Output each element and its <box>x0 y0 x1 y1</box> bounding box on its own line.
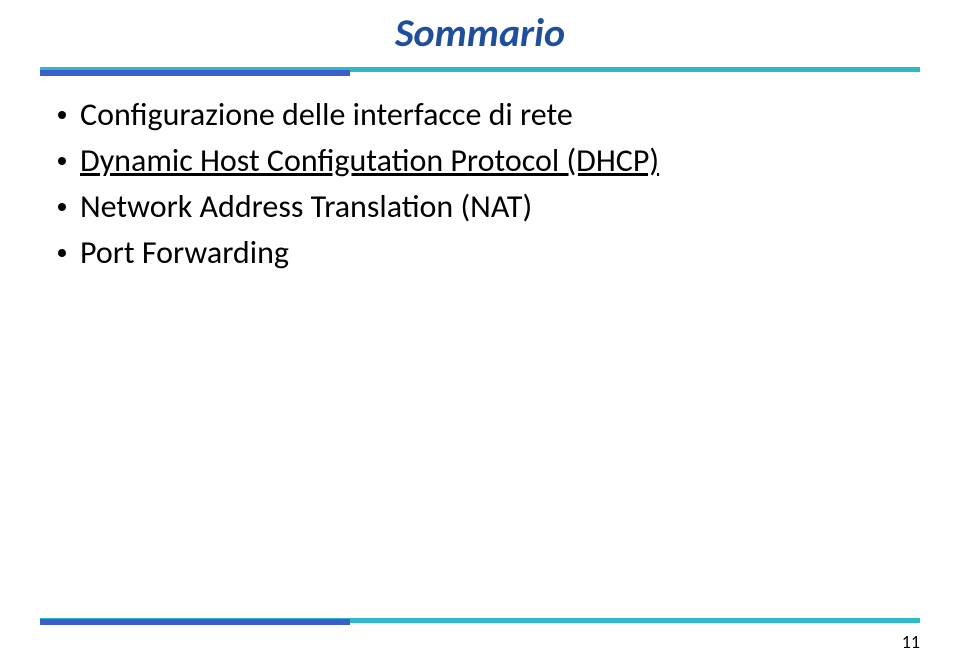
bullet-icon <box>58 203 66 211</box>
divider-top-blue <box>40 70 350 76</box>
list-item: Network Address Translation (NAT) <box>58 187 900 227</box>
list-item-text: Dynamic Host Configutation Protocol (DHC… <box>80 141 659 181</box>
bullet-icon <box>58 157 66 165</box>
list-item-text: Network Address Translation (NAT) <box>80 187 532 227</box>
bullet-list: Configurazione delle interfacce di rete … <box>58 95 900 279</box>
divider-bottom-blue <box>40 619 350 625</box>
bullet-icon <box>58 111 66 119</box>
slide-title: Sommario <box>0 8 960 57</box>
list-item: Port Forwarding <box>58 233 900 273</box>
list-item: Configurazione delle interfacce di rete <box>58 95 900 135</box>
list-item: Dynamic Host Configutation Protocol (DHC… <box>58 141 900 181</box>
slide: Sommario Configurazione delle interfacce… <box>0 0 960 665</box>
bullet-icon <box>58 249 66 257</box>
list-item-text: Configurazione delle interfacce di rete <box>80 95 573 135</box>
list-item-text: Port Forwarding <box>80 233 289 273</box>
page-number: 11 <box>902 631 920 653</box>
